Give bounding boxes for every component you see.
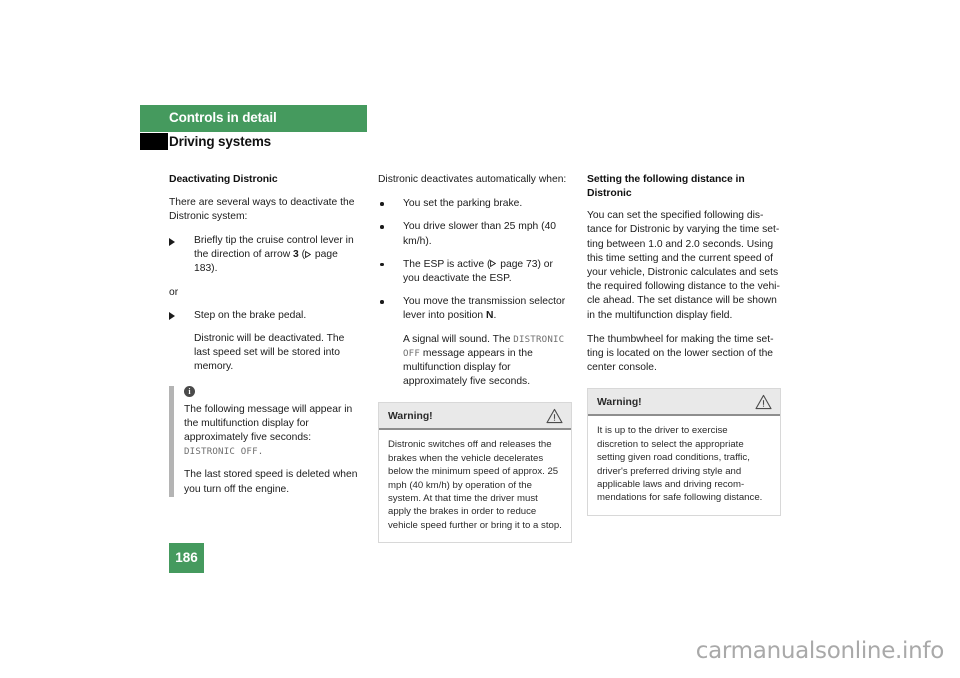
warning-title: Warning! [597, 397, 642, 409]
list-item: Briefly tip the cruise control lever in … [169, 234, 363, 277]
chapter-banner: Controls in detail [140, 105, 367, 132]
list-item-text: You set the parking brake. [403, 198, 523, 210]
list-item-text-bold: 3 [293, 249, 299, 261]
page-number: 186 [175, 550, 198, 565]
column-left: Deactivating Distronic There are several… [169, 173, 363, 497]
dot-bullet-icon [380, 202, 384, 206]
column-middle: Distronic deactivates automatically when… [378, 173, 572, 544]
info-note-paragraph-1: The following message will appear in the… [184, 403, 363, 460]
warning-box: Warning! Distronic switches off and rele… [378, 402, 572, 544]
list-item-text-pre: The ESP is active ( [403, 258, 491, 270]
warning-text: Distronic switches off and releases the … [388, 439, 562, 531]
list-item-text-pre: You move the transmission selector lever… [403, 296, 566, 322]
section-marker-block [140, 133, 168, 150]
or-connector: or [169, 286, 179, 298]
page-ref-arrow-icon [490, 260, 497, 268]
manual-page: Controls in detail Driving systems Deact… [0, 0, 960, 678]
info-note-paragraph-2: The last stored speed is deleted when yo… [184, 469, 358, 495]
page-ref-arrow-icon [305, 250, 312, 258]
info-icon: i [184, 385, 195, 397]
subheading-deactivating-distronic: Deactivating Distronic [169, 174, 278, 185]
dot-bullet-icon [380, 262, 384, 267]
triangle-bullet-icon [169, 237, 175, 246]
warning-box: Warning! It is up to the driver to exerc… [587, 388, 781, 516]
paragraph-auto-deactivate-intro: Distronic deactivates automatically when… [378, 174, 567, 185]
page-number-block: 186 [169, 543, 204, 573]
list-item: You move the transmission selector lever… [378, 295, 572, 389]
list-item-text: You drive slower than 25 mph (40 km/h). [403, 221, 557, 247]
list-item: You set the parking brake. [378, 197, 572, 211]
list-item: The ESP is active ( page 73) or you deac… [378, 258, 572, 286]
section-title: Driving systems [169, 134, 272, 149]
dot-bullet-icon [380, 300, 384, 304]
info-note-rule [169, 385, 174, 497]
info-note-text: The following message will appear in the… [184, 403, 353, 444]
list-item-subtext: Distronic will be deactivated. The last … [194, 333, 345, 373]
watermark: carmanualsonline.info [695, 638, 945, 664]
list-item: You drive slower than 25 mph (40 km/h). [378, 220, 572, 248]
warning-box-header: Warning! [379, 403, 571, 431]
warning-box-body: Distronic switches off and releases the … [379, 430, 571, 542]
warning-triangle-icon [755, 394, 772, 410]
paragraph-intro: There are several ways to deactivate the… [169, 196, 355, 222]
paragraph-following-distance: You can set the specified following dis-… [587, 210, 780, 321]
warning-box-body: It is up to the driver to exercise discr… [588, 416, 780, 514]
warning-text: It is up to the driver to exercise discr… [597, 425, 763, 504]
warning-title: Warning! [388, 411, 433, 423]
subheading-setting-following-distance: Setting the following distance in Distro… [587, 174, 745, 199]
subtext-pre: A signal will sound. The [403, 333, 514, 345]
list-item-text-post: . [493, 310, 497, 322]
subtext-post: message appears in the multifunction dis… [403, 347, 533, 388]
info-note-box: i The following message will appear in t… [169, 385, 363, 497]
chapter-title: Controls in detail [169, 110, 277, 125]
dot-bullet-icon [380, 225, 384, 229]
paragraph-thumbwheel: The thumbwheel for making the time set-t… [587, 333, 774, 374]
triangle-bullet-icon [169, 312, 175, 321]
warning-box-header: Warning! [588, 389, 780, 417]
display-message-text: DISTRONIC OFF. [184, 447, 264, 458]
column-right: Setting the following distance in Distro… [587, 173, 781, 516]
list-item-text: Step on the brake pedal. [194, 309, 307, 321]
list-item: Step on the brake pedal. Distronic will … [169, 309, 363, 375]
list-item-subtext: A signal will sound. The DISTRONIC OFF m… [403, 333, 572, 390]
warning-triangle-icon [546, 408, 563, 424]
